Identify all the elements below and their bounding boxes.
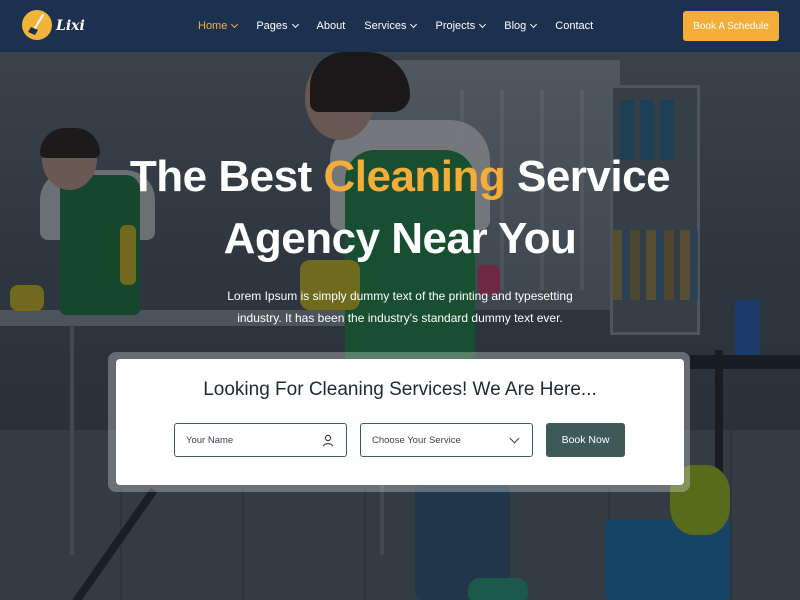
chevron-down-icon	[479, 20, 487, 29]
hero-title: The Best Cleaning Service Agency Near Yo…	[0, 146, 800, 270]
chevron-down-icon	[410, 20, 418, 29]
chevron-down-icon	[509, 433, 520, 444]
hero-description-line2: industry. It has been the industry's sta…	[237, 311, 563, 325]
logo-text: Lixi	[56, 18, 85, 34]
nav-item-label: Pages	[256, 20, 288, 32]
hero-title-line2: Agency Near You	[223, 214, 577, 263]
chevron-down-icon	[530, 20, 538, 29]
service-select[interactable]: Choose Your Service	[360, 423, 533, 457]
logo[interactable]: Lixi	[22, 10, 85, 40]
nav-item-home[interactable]: Home	[198, 20, 239, 32]
book-schedule-button[interactable]: Book A Schedule	[683, 11, 779, 41]
hero-title-part2: Service	[505, 152, 671, 201]
main-nav: Home Pages About Services Projects Blog …	[198, 0, 612, 52]
nav-item-pages[interactable]: Pages	[256, 20, 299, 32]
name-input-placeholder: Your Name	[186, 434, 234, 446]
site-header: Lixi Home Pages About Services Projects …	[0, 0, 800, 52]
nav-item-contact[interactable]: Contact	[555, 20, 593, 32]
hero-description-line1: Lorem Ipsum is simply dummy text of the …	[227, 289, 573, 303]
nav-item-label: Blog	[504, 20, 527, 32]
nav-item-label: About	[316, 20, 346, 32]
nav-item-blog[interactable]: Blog	[504, 20, 538, 32]
nav-item-about[interactable]: About	[317, 20, 346, 32]
search-card-title: Looking For Cleaning Services! We Are He…	[203, 379, 597, 400]
nav-item-label: Home	[198, 20, 228, 32]
hero-title-accent: Cleaning	[323, 152, 506, 201]
book-now-button[interactable]: Book Now	[546, 423, 625, 457]
search-card: Looking For Cleaning Services! We Are He…	[116, 359, 684, 485]
nav-item-label: Projects	[435, 20, 476, 32]
service-select-value: Choose Your Service	[372, 434, 461, 446]
nav-item-projects[interactable]: Projects	[435, 20, 487, 32]
nav-item-label: Contact	[555, 20, 594, 32]
name-input[interactable]: Your Name	[174, 423, 347, 457]
chevron-down-icon	[291, 20, 299, 29]
nav-item-services[interactable]: Services	[364, 20, 418, 32]
chevron-down-icon	[231, 20, 239, 29]
broom-icon	[22, 10, 52, 40]
hero-title-part1: The Best	[129, 152, 324, 201]
nav-item-label: Services	[364, 20, 407, 32]
hero-description: Lorem Ipsum is simply dummy text of the …	[200, 285, 600, 329]
user-icon	[322, 434, 334, 447]
